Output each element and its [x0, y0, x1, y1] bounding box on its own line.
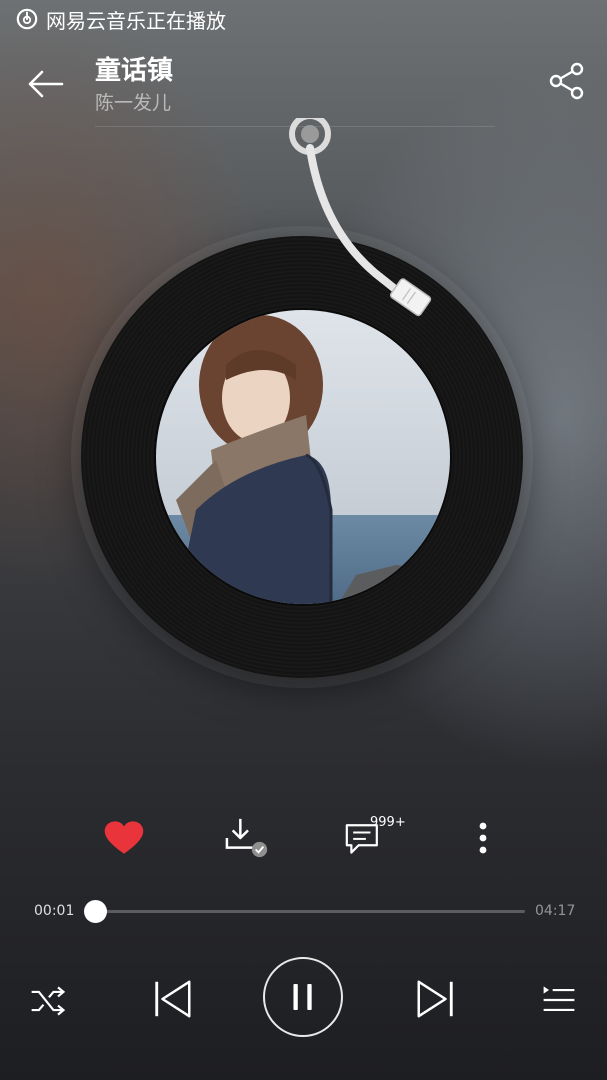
share-button[interactable] [546, 60, 588, 102]
playlist-button[interactable] [538, 979, 580, 1021]
previous-button[interactable] [150, 975, 196, 1023]
share-icon [549, 62, 584, 100]
pause-icon [293, 984, 312, 1010]
album-cover [154, 308, 452, 606]
shuffle-button[interactable] [26, 979, 70, 1023]
next-button[interactable] [412, 975, 458, 1023]
song-title: 童话镇 [95, 56, 174, 86]
download-done-icon [225, 818, 268, 858]
progress-bar: 00:01 04:17 [0, 895, 607, 927]
heart-icon [104, 821, 144, 854]
shuffle-icon [31, 986, 66, 1016]
album-cover-image [156, 310, 450, 604]
tonearm [289, 118, 432, 317]
top-bar: 童话镇 陈一发儿 [0, 42, 607, 122]
skip-previous-icon [155, 980, 191, 1018]
artist-name[interactable]: 陈一发儿 [95, 88, 171, 115]
total-time: 04:17 [535, 903, 576, 919]
progress-track[interactable] [83, 900, 525, 923]
status-bar: 网易云音乐正在播放 [16, 6, 226, 33]
more-button[interactable] [470, 810, 496, 866]
like-button[interactable] [100, 810, 148, 866]
pause-button[interactable] [263, 957, 343, 1037]
playlist-icon [543, 986, 575, 1012]
progress-knob[interactable] [83, 900, 107, 923]
action-row: 999+ [0, 810, 607, 870]
current-time: 00:01 [34, 903, 75, 919]
more-vertical-icon [479, 822, 487, 854]
download-button[interactable] [222, 810, 274, 866]
back-button[interactable] [24, 62, 68, 106]
playback-controls [0, 955, 607, 1045]
skip-next-icon [417, 980, 453, 1018]
netease-cloud-music-icon [16, 8, 38, 30]
status-text: 网易云音乐正在播放 [46, 8, 226, 33]
arrow-left-icon [28, 70, 64, 98]
comment-count-badge: 999+ [370, 815, 406, 830]
